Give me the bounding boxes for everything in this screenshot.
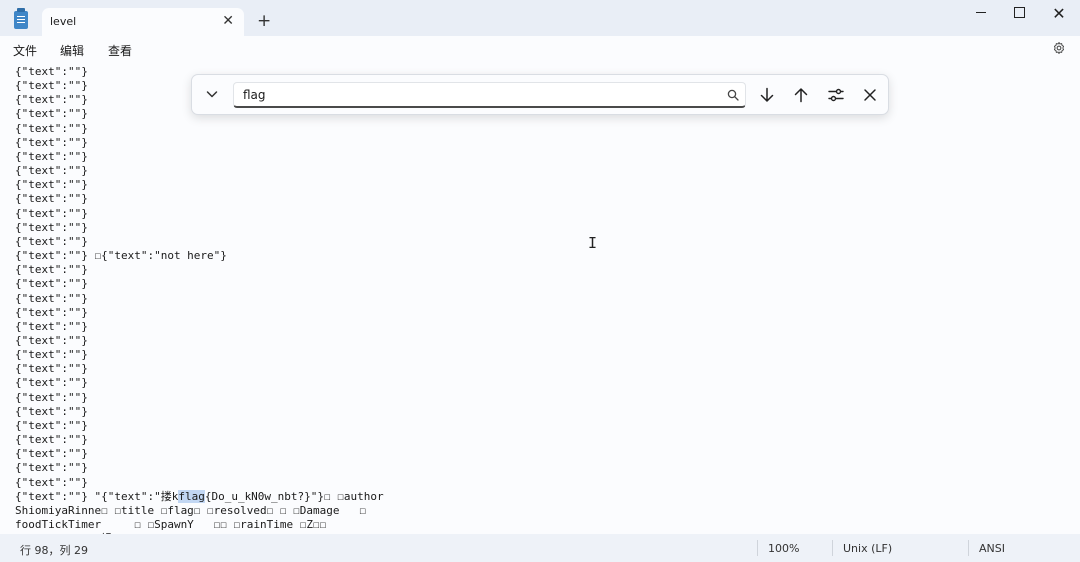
find-next-arrow-down-icon[interactable] xyxy=(758,86,776,104)
menu-bar: 文件 编辑 查看 xyxy=(0,36,1080,63)
editor-line: {"text":""} xyxy=(15,333,88,347)
menu-view[interactable]: 查看 xyxy=(108,42,132,59)
editor-line: {"text":""} xyxy=(15,404,88,418)
editor-line: {"text":""} xyxy=(15,121,88,135)
settings-gear-icon[interactable] xyxy=(1052,41,1066,55)
editor-line: {"text":""} xyxy=(15,263,88,277)
line-ending[interactable]: Unix (LF) xyxy=(843,542,892,555)
editor-line: foodTickTimer ☐ ☐SpawnY ☐☐ ☐rainTime ☐Z☐… xyxy=(15,518,327,531)
editor-line: {"text":""} xyxy=(15,206,88,220)
editor-line: {"text":""} xyxy=(15,192,88,206)
title-bar: level ✕ + ✕ xyxy=(0,0,1080,36)
search-icon[interactable] xyxy=(727,89,739,101)
find-query: flag xyxy=(243,88,266,102)
text-editor[interactable]: {"text":""} {"text":""} {"text":""} {"text"… xyxy=(0,63,1080,534)
editor-line: {"text":""} xyxy=(15,220,88,234)
tab-level[interactable]: level ✕ xyxy=(42,8,244,36)
editor-lines: {"text":""} {"text":""} {"text":""} {"text"… xyxy=(15,65,668,534)
editor-line: {"text":""} xyxy=(15,164,88,178)
editor-line: {"text":""} xyxy=(15,305,88,319)
flag-line-before: {"text":""} "{"text":"搂k xyxy=(15,489,179,503)
search-match-highlight: flag xyxy=(178,489,205,503)
search-options-sliders-icon[interactable] xyxy=(827,86,845,104)
find-previous-arrow-up-icon[interactable] xyxy=(792,86,810,104)
editor-line: {"text":""} xyxy=(15,135,88,149)
editor-line: {"text":""} xyxy=(15,447,88,461)
tab-close-icon[interactable]: ✕ xyxy=(222,12,234,30)
menu-edit[interactable]: 编辑 xyxy=(60,42,84,59)
find-input[interactable]: flag xyxy=(233,82,746,108)
minimize-button[interactable] xyxy=(961,2,1001,26)
menu-file[interactable]: 文件 xyxy=(13,42,37,59)
find-panel: flag xyxy=(191,74,889,115)
editor-line-flag: {"text":""} "{"text":"搂kflag{Do_u_kN0w_n… xyxy=(15,489,668,504)
editor-line: {"text":""} ☐{"text":"not here"} xyxy=(15,249,227,263)
encoding[interactable]: ANSI xyxy=(979,542,1005,555)
editor-line: {"text":""} xyxy=(15,475,88,489)
status-divider xyxy=(757,540,758,556)
editor-line: {"text":""} xyxy=(15,277,88,291)
maximize-icon xyxy=(1013,7,1025,18)
notepad-icon xyxy=(14,8,28,29)
editor-line: {"text":""} xyxy=(15,291,88,305)
status-bar: 行 98，列 29 100% Unix (LF) ANSI xyxy=(0,534,1080,562)
editor-line: {"text":""} xyxy=(15,234,88,248)
editor-line: {"text":""} xyxy=(15,376,88,390)
tab-label: level xyxy=(50,15,77,28)
close-window-button[interactable]: ✕ xyxy=(1039,2,1079,26)
editor-line: {"text":""} xyxy=(15,319,88,333)
editor-line: {"text":""} xyxy=(15,178,88,192)
cursor-position[interactable]: 行 98，列 29 xyxy=(20,542,88,558)
editor-line: {"text":""} xyxy=(15,348,88,362)
zoom-level[interactable]: 100% xyxy=(768,542,799,555)
status-divider xyxy=(832,540,833,556)
editor-line: {"text":""} xyxy=(15,149,88,163)
editor-line: {"text":""} xyxy=(15,390,88,404)
close-find-icon[interactable] xyxy=(861,86,879,104)
editor-line: ShiomiyaRinne☐ ☐title ☐flag☐ ☐resolved☐ … xyxy=(15,503,366,517)
editor-line: {"text":""} xyxy=(15,461,88,475)
expand-replace-chevron-icon[interactable] xyxy=(204,86,220,102)
text-cursor-ibeam-icon: I xyxy=(588,234,598,252)
flag-line-after: {Do_u_kN0w_nbt?}"}☐ ☐author xyxy=(204,489,384,503)
editor-line: {"text":""} xyxy=(15,433,88,447)
minimize-icon xyxy=(976,11,986,14)
editor-line: {"text":""} xyxy=(15,418,88,432)
new-tab-button[interactable]: + xyxy=(257,11,271,31)
maximize-button[interactable] xyxy=(999,2,1039,26)
editor-line: {"text":""} xyxy=(15,362,88,376)
status-divider xyxy=(968,540,969,556)
